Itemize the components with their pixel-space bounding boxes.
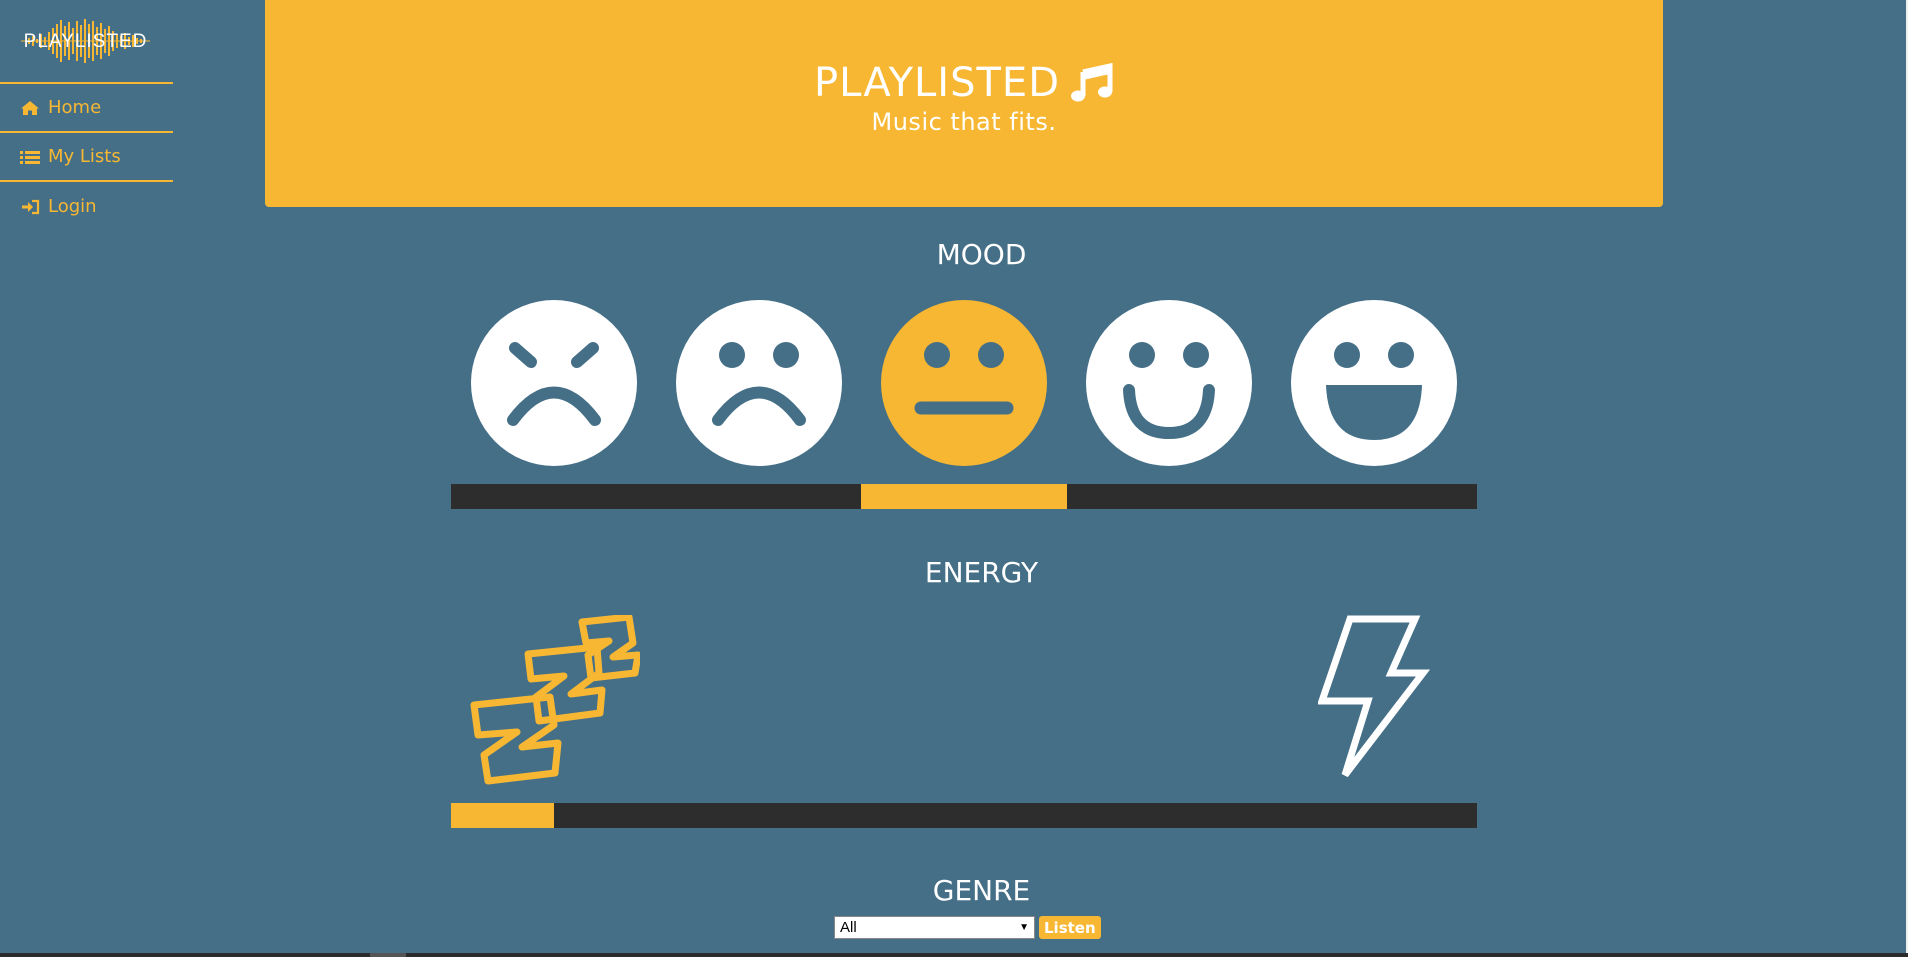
scrollbar-thumb[interactable]	[370, 953, 406, 957]
mood-happy-face-icon[interactable]	[1086, 300, 1252, 466]
sidebar: PLAYLISTED Home My Lists Login	[0, 0, 173, 231]
sidebar-item-label: Home	[48, 97, 102, 118]
sidebar-item-login[interactable]: Login	[0, 182, 173, 231]
login-icon	[22, 199, 40, 214]
hero-title: PLAYLISTED	[265, 60, 1663, 106]
logo-text: PLAYLISTED	[23, 31, 148, 52]
hero-title-text: PLAYLISTED	[814, 60, 1060, 106]
mood-neutral-face-icon[interactable]	[881, 300, 1047, 466]
energy-slider-fill	[451, 803, 554, 828]
sidebar-item-home[interactable]: Home	[0, 84, 173, 133]
mood-slider[interactable]	[451, 484, 1477, 509]
mood-slider-fill	[861, 484, 1067, 509]
mood-angry-face-icon[interactable]	[471, 300, 637, 466]
listen-button[interactable]: Listen	[1039, 916, 1101, 939]
mood-sad-face-icon[interactable]	[676, 300, 842, 466]
sidebar-item-label: Login	[48, 196, 97, 217]
music-note-icon	[1071, 63, 1113, 102]
hero-subtitle: Music that fits.	[871, 108, 1057, 136]
genre-controls: All ▼ Listen	[834, 916, 1101, 939]
chevron-down-icon: ▼	[1019, 922, 1029, 933]
home-icon	[21, 100, 39, 115]
list-icon	[20, 150, 40, 164]
genre-title: GENRE	[932, 874, 1031, 907]
lightning-icon[interactable]	[1318, 615, 1430, 785]
genre-section-title: GENRE	[0, 874, 1908, 907]
horizontal-scrollbar[interactable]	[0, 953, 1908, 957]
genre-select-value: All	[840, 919, 857, 936]
energy-title: ENERGY	[924, 556, 1039, 589]
mood-title: MOOD	[936, 238, 1027, 271]
sidebar-item-my-lists[interactable]: My Lists	[0, 133, 173, 182]
mood-very-happy-face-icon[interactable]	[1291, 300, 1457, 466]
genre-select[interactable]: All ▼	[834, 916, 1035, 939]
sidebar-item-label: My Lists	[48, 146, 121, 167]
energy-section-title: ENERGY	[0, 556, 1908, 589]
energy-slider[interactable]	[451, 803, 1477, 828]
mood-section-title: MOOD	[0, 238, 1908, 271]
sleep-icon[interactable]	[470, 615, 640, 785]
logo[interactable]: PLAYLISTED	[0, 0, 173, 84]
hero-banner: PLAYLISTED Music that fits.	[265, 0, 1663, 207]
